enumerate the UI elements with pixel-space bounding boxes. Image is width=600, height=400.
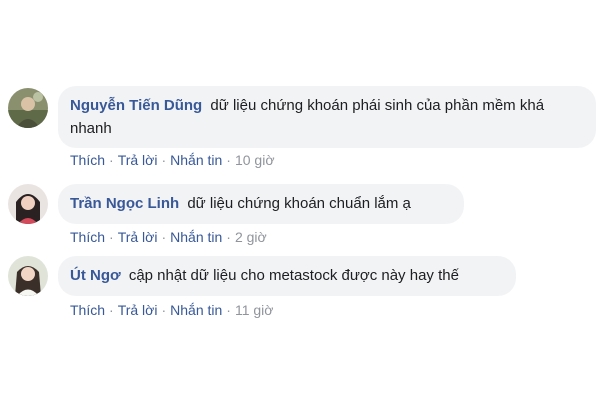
reply-button[interactable]: Trả lời bbox=[118, 229, 158, 245]
reply-button[interactable]: Trả lời bbox=[118, 152, 158, 168]
comment-actions: Thích · Trả lời · Nhắn tin · 10 giờ bbox=[70, 152, 275, 168]
comment-actions: Thích · Trả lời · Nhắn tin · 11 giờ bbox=[70, 302, 273, 318]
avatar-photo-icon bbox=[8, 256, 48, 296]
comment-bubble: Trần Ngọc Linh dữ liệu chứng khoán chuẩn… bbox=[58, 184, 464, 224]
avatar-photo-icon bbox=[8, 184, 48, 224]
comment-text: dữ liệu chứng khoán chuẩn lắm ạ bbox=[187, 195, 411, 212]
separator: · bbox=[161, 229, 167, 245]
author-name[interactable]: Trần Ngọc Linh bbox=[70, 195, 179, 212]
comment-bubble: Nguyễn Tiến Dũng dữ liệu chứng khoán phá… bbox=[58, 86, 596, 148]
commenter-avatar[interactable] bbox=[8, 256, 48, 296]
reply-button[interactable]: Trả lời bbox=[118, 302, 158, 318]
author-name[interactable]: Nguyễn Tiến Dũng bbox=[70, 97, 202, 114]
message-button[interactable]: Nhắn tin bbox=[170, 152, 222, 168]
separator: · bbox=[226, 229, 231, 245]
separator: · bbox=[226, 302, 231, 318]
comment-timestamp[interactable]: 2 giờ bbox=[235, 229, 267, 245]
like-button[interactable]: Thích bbox=[70, 229, 105, 245]
comment-text: cập nhật dữ liệu cho metastock được này … bbox=[128, 267, 459, 284]
like-button[interactable]: Thích bbox=[70, 152, 105, 168]
comment-actions: Thích · Trả lời · Nhắn tin · 2 giờ bbox=[70, 229, 267, 245]
separator: · bbox=[226, 152, 231, 168]
message-button[interactable]: Nhắn tin bbox=[170, 302, 222, 318]
comment-timestamp[interactable]: 11 giờ bbox=[235, 302, 274, 318]
author-name[interactable]: Út Ngơ bbox=[70, 267, 121, 284]
separator: · bbox=[109, 302, 114, 318]
separator: · bbox=[109, 152, 114, 168]
separator: · bbox=[109, 229, 114, 245]
comment-timestamp[interactable]: 10 giờ bbox=[235, 152, 275, 168]
comment-bubble: Út Ngơ cập nhật dữ liệu cho metastock đư… bbox=[58, 256, 516, 296]
message-button[interactable]: Nhắn tin bbox=[170, 229, 222, 245]
like-button[interactable]: Thích bbox=[70, 302, 105, 318]
commenter-avatar[interactable] bbox=[8, 184, 48, 224]
commenter-avatar[interactable] bbox=[8, 88, 48, 128]
avatar-photo-icon bbox=[8, 88, 48, 128]
separator: · bbox=[161, 152, 167, 168]
separator: · bbox=[161, 302, 167, 318]
